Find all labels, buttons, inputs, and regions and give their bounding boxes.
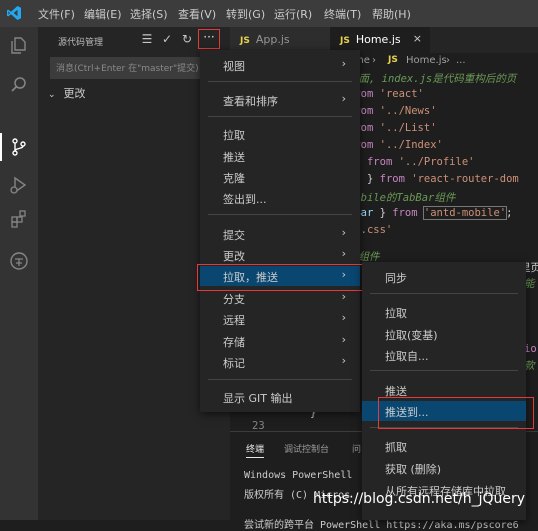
code-line: te } from 'react-router-dom xyxy=(348,173,519,185)
activity-bar xyxy=(0,27,38,520)
code-line: from '../Index' xyxy=(348,139,443,151)
code-line: from '../List' xyxy=(348,122,437,134)
menu-item-pull-rebase[interactable]: 拉取(变基) xyxy=(362,324,526,344)
menu-run[interactable]: 运行(R) xyxy=(274,6,312,22)
menu-selection[interactable]: 选择(S) xyxy=(130,6,168,22)
view-as-tree-icon[interactable]: ☰ xyxy=(140,32,154,46)
menu-item-stash[interactable]: 存储 › xyxy=(200,331,360,351)
remote-explorer-icon[interactable] xyxy=(9,251,29,271)
chevron-right-icon: › xyxy=(341,57,346,70)
tab-debug-console[interactable]: 调试控制台 xyxy=(284,442,329,455)
chevron-right-icon: › xyxy=(341,311,346,324)
chevron-right-icon: › xyxy=(341,226,346,239)
menu-item-clone[interactable]: 克隆 xyxy=(200,167,360,187)
chevron-right-icon: › xyxy=(341,354,346,367)
ellipsis-icon: ··· xyxy=(203,30,215,44)
terminal-line: Windows PowerShell xyxy=(244,470,353,481)
js-file-icon: JS xyxy=(388,55,398,65)
watermark: https://blog.csdn.net/h_jQuery xyxy=(313,491,526,507)
menu-separator xyxy=(208,214,352,215)
menu-item-fetch-prune[interactable]: 获取 (删除) xyxy=(362,458,526,478)
title-bar: 文件(F) 编辑(E) 选择(S) 查看(V) 转到(G) 运行(R) 终端(T… xyxy=(0,0,538,27)
menu-separator xyxy=(208,116,352,117)
menu-separator xyxy=(208,379,352,380)
js-file-icon: JS xyxy=(340,36,350,46)
js-file-icon: JS xyxy=(240,36,250,46)
menu-item-branch[interactable]: 分支 › xyxy=(200,288,360,308)
tab-problems[interactable]: 问 xyxy=(352,442,361,455)
menu-item-fetch[interactable]: 抓取 xyxy=(362,436,526,456)
tab-label: Home.js xyxy=(355,33,401,46)
changes-label: 更改 xyxy=(63,87,86,100)
menu-item-changes[interactable]: 更改 › xyxy=(200,245,360,265)
code-line: 页面, index.js是代码重构后的页 xyxy=(348,73,517,85)
vscode-logo-icon xyxy=(7,6,21,20)
code-line: bBar } from 'antd-mobile'; xyxy=(348,206,513,220)
highlight-frame xyxy=(378,397,534,429)
menu-item-pull[interactable]: 拉取 xyxy=(200,124,360,144)
code-line: from '../News' xyxy=(348,105,437,117)
highlight-frame xyxy=(197,264,369,291)
menu-separator xyxy=(208,81,352,82)
menu-item-sync[interactable]: 同步 xyxy=(362,267,526,287)
more-actions-button[interactable]: ··· xyxy=(198,29,220,49)
chevron-right-icon: › xyxy=(446,55,450,66)
menu-item-view-and-sort[interactable]: 查看和排序 › xyxy=(200,90,360,110)
panel-title: 源代码管理 xyxy=(58,38,104,48)
menu-item-pull[interactable]: 拉取 xyxy=(362,302,526,322)
tab-label: App.js xyxy=(255,33,290,46)
menu-item-remote[interactable]: 远程 › xyxy=(200,309,360,329)
source-control-icon[interactable] xyxy=(9,137,29,157)
chevron-right-icon: › xyxy=(372,55,376,66)
more-actions-menu: 视图 › 查看和排序 › 拉取 推送 克隆 签出到... 提交 › 更改 › 拉取，推送… xyxy=(200,50,360,412)
run-debug-icon[interactable] xyxy=(9,175,29,195)
menu-edit[interactable]: 编辑(E) xyxy=(84,6,122,22)
menu-go[interactable]: 转到(G) xyxy=(226,6,265,22)
menu-item-show-git-output[interactable]: 显示 GIT 输出 xyxy=(200,387,360,407)
chevron-right-icon: › xyxy=(341,290,346,303)
chevron-right-icon: › xyxy=(341,92,346,105)
close-icon[interactable]: × xyxy=(413,32,422,45)
tab-terminal[interactable]: 终端 xyxy=(246,442,265,458)
menu-item-push[interactable]: 推送 xyxy=(200,146,360,166)
menu-item-commit[interactable]: 提交 › xyxy=(200,224,360,244)
menu-item-tags[interactable]: 标记 › xyxy=(200,352,360,372)
explorer-icon[interactable] xyxy=(9,35,29,55)
menu-terminal[interactable]: 终端(T) xyxy=(324,6,361,22)
menu-file[interactable]: 文件(F) xyxy=(38,6,75,22)
commit-message-input[interactable]: 消息(Ctrl+Enter 在"master"提交) xyxy=(50,57,222,79)
pull-push-submenu: 同步 拉取 拉取(变基) 拉取自... 推送 推送到... 抓取 获取 (删除)… xyxy=(362,262,526,520)
chevron-right-icon: › xyxy=(341,333,346,346)
active-view-indicator xyxy=(0,133,2,161)
menu-item-pull-from[interactable]: 拉取自... xyxy=(362,345,526,365)
menu-separator xyxy=(370,370,518,371)
menu-view[interactable]: 查看(V) xyxy=(178,6,216,22)
search-icon[interactable] xyxy=(9,75,29,95)
menu-help[interactable]: 帮助(H) xyxy=(372,6,411,22)
commit-check-icon[interactable]: ✓ xyxy=(160,32,174,46)
code-line: le from '../Profile' xyxy=(348,156,475,168)
code-line: mobile的TabBar组件 xyxy=(348,192,456,204)
extensions-icon[interactable] xyxy=(9,209,29,229)
menu-item-view[interactable]: 视图 › xyxy=(200,55,360,75)
chevron-down-icon: ⌄ xyxy=(48,90,56,100)
changes-group-header[interactable]: ⌄ 更改 xyxy=(48,85,86,101)
chevron-right-icon: › xyxy=(341,247,346,260)
refresh-icon[interactable]: ↻ xyxy=(180,32,194,46)
menu-item-checkout[interactable]: 签出到... xyxy=(200,188,360,208)
menu-separator xyxy=(370,293,518,294)
